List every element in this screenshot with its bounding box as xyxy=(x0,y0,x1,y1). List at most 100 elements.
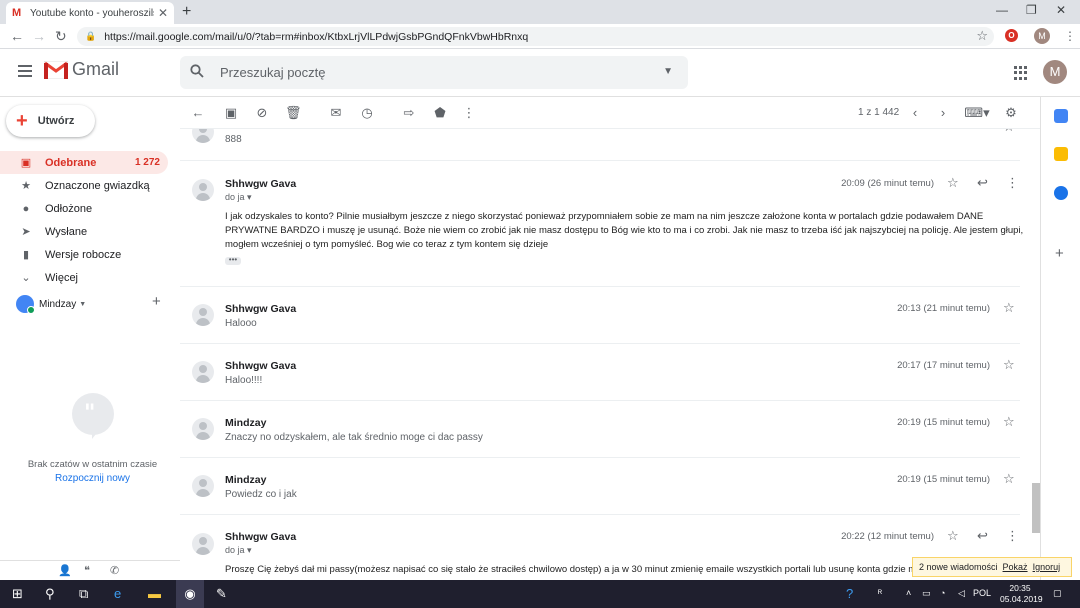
sidebar-item-sent[interactable]: ➤ Wysłane xyxy=(0,220,168,243)
tasks-icon[interactable] xyxy=(1054,186,1068,200)
search-icon[interactable]: ⚲ xyxy=(45,586,55,602)
more-icon[interactable]: ⋮ xyxy=(461,105,477,121)
message-time: 20:22 (12 minut temu) xyxy=(841,531,934,542)
show-trimmed-content-button[interactable]: ••• xyxy=(225,256,241,265)
star-icon[interactable]: ☆ xyxy=(1003,300,1015,316)
reply-icon[interactable]: ↩ xyxy=(977,175,988,191)
new-chat-plus-icon[interactable]: + xyxy=(152,293,161,310)
message-collapsed[interactable]: Mindzay Znaczy no odzyskałem, ale tak śr… xyxy=(180,401,1020,458)
sidebar-item-label: Odebrane xyxy=(45,156,97,169)
bookmark-star-icon[interactable]: ☆ xyxy=(976,28,988,44)
label-icon[interactable]: ⬟ xyxy=(432,105,448,121)
close-tab-icon[interactable]: ✕ xyxy=(158,6,168,20)
people-icon[interactable]: ᴿ xyxy=(878,588,882,598)
newer-icon[interactable]: ‹ xyxy=(907,105,923,120)
message-expanded: Shhwgw Gava do ja ▾ 20:09 (26 minut temu… xyxy=(180,161,1023,287)
reload-icon[interactable]: ↻ xyxy=(55,28,67,45)
star-icon[interactable]: ☆ xyxy=(1003,357,1015,373)
app-taskbar-icon[interactable]: ✎ xyxy=(216,586,227,602)
keep-icon[interactable] xyxy=(1054,147,1068,161)
message-snippet: Halooo xyxy=(225,318,257,329)
browser-menu-icon[interactable]: ⋮ xyxy=(1064,29,1076,43)
extension-icon[interactable]: O xyxy=(1005,29,1018,42)
recipient-line[interactable]: do ja ▾ xyxy=(225,192,252,203)
restore-icon[interactable]: ❐ xyxy=(1026,3,1037,17)
sidebar-item-label: Odłożone xyxy=(45,202,93,215)
message-collapsed[interactable]: Shhwgw Gava Haloo!!!! 20:17 (17 minut te… xyxy=(180,344,1020,401)
phone-icon[interactable]: ✆ xyxy=(110,564,119,577)
hangouts-bubble-icon: " xyxy=(72,393,114,439)
tray-chevron-icon[interactable]: ˄ xyxy=(906,588,911,598)
snooze-icon[interactable]: ◷ xyxy=(359,105,375,121)
edge-icon[interactable]: e xyxy=(114,586,121,601)
thread-scrollbar[interactable] xyxy=(1032,483,1040,533)
contacts-icon[interactable]: 👤 xyxy=(58,564,72,577)
show-link[interactable]: Pokaż xyxy=(1003,562,1028,572)
star-icon[interactable]: ☆ xyxy=(1003,471,1015,487)
back-to-inbox-icon[interactable]: ← xyxy=(190,105,206,120)
report-spam-icon[interactable]: ⊘ xyxy=(254,105,270,121)
sender-name[interactable]: Shhwgw Gava xyxy=(225,178,296,190)
older-icon[interactable]: › xyxy=(935,105,951,120)
search-options-icon[interactable]: ▼ xyxy=(663,66,673,77)
recipient-line[interactable]: do ja ▾ xyxy=(225,545,252,556)
hangouts-user[interactable]: Mindzay ▼ xyxy=(16,295,86,314)
network-icon[interactable]: ◔ xyxy=(940,588,945,598)
compose-button[interactable]: + Utwórz xyxy=(6,105,95,137)
sender-name[interactable]: Shhwgw Gava xyxy=(225,531,296,543)
volume-icon[interactable]: ◁ xyxy=(958,588,965,599)
star-icon[interactable]: ☆ xyxy=(947,528,959,544)
url-field[interactable]: 🔒 https://mail.google.com/mail/u/0/?tab=… xyxy=(77,27,994,46)
sidebar-item-snoozed[interactable]: ● Odłożone xyxy=(0,197,168,220)
file-explorer-icon[interactable]: ▬ xyxy=(148,586,161,601)
new-tab-button[interactable]: + xyxy=(182,3,191,21)
battery-icon[interactable]: ▭ xyxy=(922,588,931,599)
help-icon[interactable]: ? xyxy=(846,586,853,601)
pagination-text: 1 z 1 442 xyxy=(858,107,900,118)
browser-profile-avatar[interactable]: M xyxy=(1034,28,1050,44)
language-indicator[interactable]: POL xyxy=(973,588,991,598)
archive-icon[interactable]: ▣ xyxy=(223,105,239,121)
message-collapsed[interactable]: Mindzay Powiedz co i jak 20:19 (15 minut… xyxy=(180,458,1020,515)
chrome-taskbar-icon[interactable]: ◉ xyxy=(176,580,204,608)
message-collapsed[interactable]: Shhwgw Gava Halooo 20:13 (21 minut temu)… xyxy=(180,287,1020,344)
tab-title: Youtube konto - youheroszilsu@ xyxy=(30,7,154,19)
reply-icon[interactable]: ↩ xyxy=(977,528,988,544)
star-icon[interactable]: ☆ xyxy=(947,175,959,191)
main-menu-icon[interactable] xyxy=(18,65,32,77)
message-collapsed[interactable]: 888 ☆ xyxy=(180,129,1020,161)
sidebar-item-drafts[interactable]: ▮ Wersje robocze xyxy=(0,243,168,266)
task-view-icon[interactable]: ⧉ xyxy=(79,586,88,602)
minimize-icon[interactable]: — xyxy=(996,3,1008,17)
sidebar-item-inbox[interactable]: ▣ Odebrane 1 272 xyxy=(0,151,168,174)
close-window-icon[interactable]: ✕ xyxy=(1056,3,1066,17)
delete-icon[interactable]: 🗑 xyxy=(285,105,302,121)
search-mail-input[interactable]: Przeszukaj pocztę ▼ xyxy=(180,56,688,89)
notification-center-icon[interactable]: ▢ xyxy=(1053,588,1062,599)
google-apps-icon[interactable] xyxy=(1014,66,1028,80)
windows-start-icon[interactable]: ⊞ xyxy=(12,586,23,602)
taskbar-clock[interactable]: 20:35 05.04.2019 xyxy=(1000,583,1043,605)
calendar-icon[interactable] xyxy=(1054,109,1068,123)
ignore-link[interactable]: Ignoruj xyxy=(1033,562,1061,572)
mark-unread-icon[interactable]: ✉ xyxy=(328,105,344,121)
move-to-icon[interactable]: ⇨ xyxy=(401,105,417,121)
back-icon[interactable]: ← xyxy=(10,28,24,44)
browser-tab[interactable]: M Youtube konto - youheroszilsu@ ✕ xyxy=(6,2,174,24)
hangouts-icon[interactable]: ❝ xyxy=(84,564,90,577)
sidebar-item-more[interactable]: ⌄ Więcej xyxy=(0,266,168,289)
more-options-icon[interactable]: ⋮ xyxy=(1006,175,1019,191)
search-icon[interactable] xyxy=(190,64,208,81)
account-avatar[interactable]: M xyxy=(1043,60,1067,84)
forward-icon[interactable]: → xyxy=(32,28,46,44)
get-addons-plus-icon[interactable]: + xyxy=(1055,245,1064,262)
gmail-logo[interactable]: Gmail xyxy=(44,59,119,80)
sender-name: Mindzay xyxy=(225,474,267,486)
input-tools-icon[interactable]: ⌨▾ xyxy=(964,105,990,121)
settings-gear-icon[interactable]: ⚙ xyxy=(1003,105,1019,121)
start-new-chat-link[interactable]: Rozpocznij nowy xyxy=(0,473,185,484)
star-icon[interactable]: ☆ xyxy=(1003,414,1015,430)
more-options-icon[interactable]: ⋮ xyxy=(1006,528,1019,544)
star-icon[interactable]: ☆ xyxy=(1003,129,1015,135)
sidebar-item-starred[interactable]: ★ Oznaczone gwiazdką xyxy=(0,174,168,197)
